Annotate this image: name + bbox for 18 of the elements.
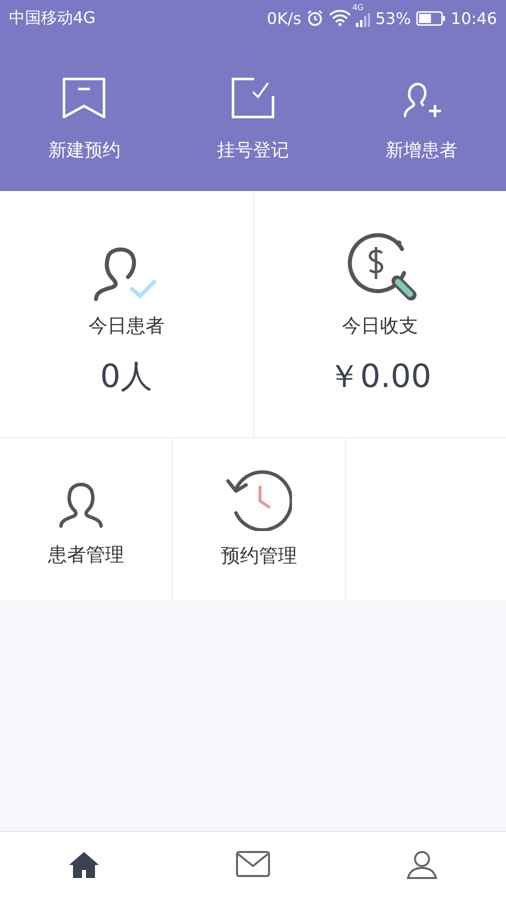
quick-action-button[interactable]: 新增患者 (337, 36, 506, 191)
network-type: 4G (352, 3, 364, 12)
checkbox-icon (230, 76, 276, 120)
clock: 10:46 (450, 8, 497, 28)
network-speed: 0K/s (266, 8, 302, 28)
signal-icon (356, 13, 370, 27)
wifi-icon (329, 10, 352, 26)
mail-icon (235, 850, 271, 878)
carrier-text: 中国移动4G (9, 8, 96, 28)
battery-icon (416, 10, 446, 26)
quick-action-button[interactable]: 新建预约 (0, 36, 169, 191)
quick-action-button[interactable]: 挂号登记 (168, 36, 338, 191)
battery-percent: 53% (375, 8, 411, 28)
history-clock-icon (226, 469, 292, 531)
home-icon (67, 850, 102, 880)
bookmark-icon (61, 76, 108, 120)
person-icon (404, 850, 439, 880)
alarm-icon (306, 9, 324, 27)
